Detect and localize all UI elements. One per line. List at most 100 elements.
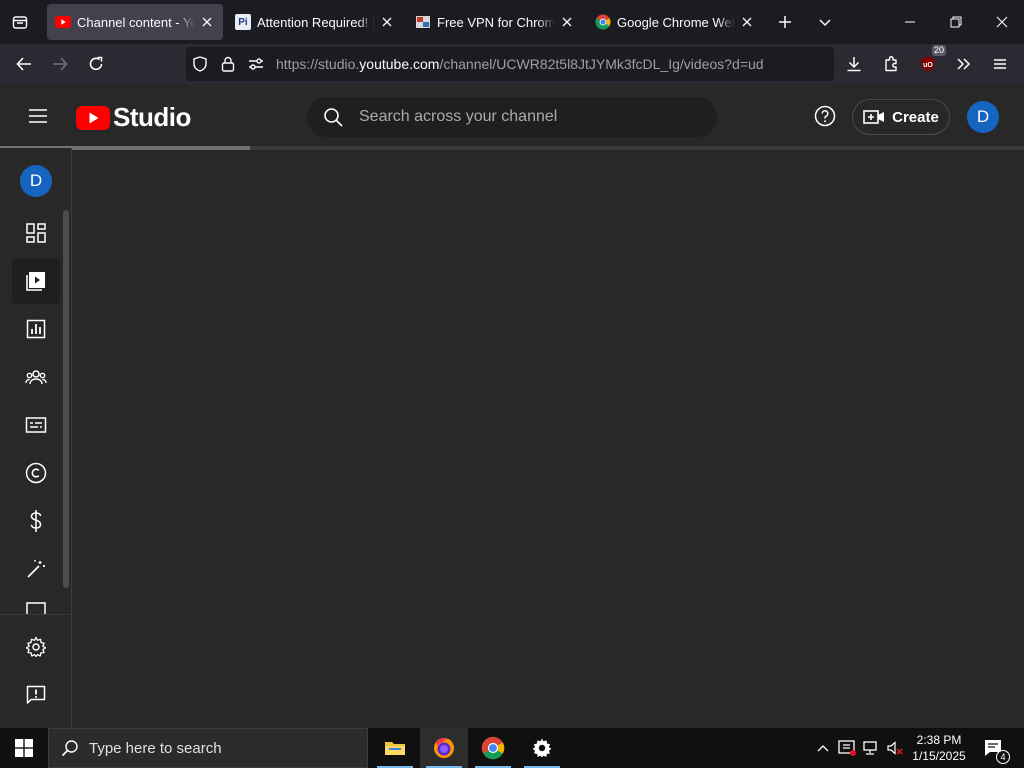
copyright-icon <box>25 462 47 484</box>
notification-count-badge: 4 <box>996 750 1010 764</box>
subtitles-icon <box>25 417 47 433</box>
extensions-button[interactable] <box>876 48 908 80</box>
firefox-view-button[interactable] <box>0 4 40 40</box>
help-icon <box>814 105 836 127</box>
taskbar-settings[interactable] <box>518 728 566 768</box>
volume-muted-icon <box>887 741 903 755</box>
channel-search-box[interactable] <box>307 97 717 137</box>
tray-defender[interactable] <box>836 728 858 768</box>
sidebar-item-copyright[interactable] <box>12 450 60 496</box>
create-button[interactable]: Create <box>852 99 950 135</box>
file-explorer-icon <box>385 742 405 755</box>
taskbar-chrome[interactable] <box>469 728 517 768</box>
sidebar-item-customization[interactable] <box>12 546 60 592</box>
community-icon <box>25 370 47 385</box>
sidebar-item-community[interactable] <box>12 354 60 400</box>
svg-text:uO: uO <box>923 62 933 69</box>
arrow-right-icon <box>53 57 68 71</box>
permissions-icon[interactable] <box>242 47 270 81</box>
taskbar-clock[interactable]: 2:38 PM 1/15/2025 <box>908 732 970 764</box>
taskbar-file-explorer[interactable] <box>371 728 419 768</box>
sidebar-item-send-feedback[interactable] <box>12 672 60 718</box>
studio-logo[interactable]: Studio <box>76 102 191 133</box>
reload-icon <box>89 56 103 71</box>
taskbar-firefox[interactable] <box>420 728 468 768</box>
minimize-button[interactable] <box>890 4 930 40</box>
close-tab-icon[interactable] <box>559 14 575 30</box>
tab-attention-required[interactable]: Pi Attention Required! | Cloudflare <box>227 4 403 40</box>
account-avatar[interactable]: D <box>967 101 999 133</box>
reload-button[interactable] <box>80 48 112 80</box>
earn-icon <box>30 510 42 532</box>
arrow-left-icon <box>16 57 31 71</box>
close-tab-icon[interactable] <box>199 14 215 30</box>
analytics-icon <box>26 319 46 339</box>
sidebar-item-analytics[interactable] <box>12 306 60 352</box>
tray-network[interactable] <box>860 728 882 768</box>
studio-wordmark: Studio <box>113 102 191 132</box>
chevron-up-icon <box>817 745 829 752</box>
taskbar-search-text: Type here to search <box>89 739 222 757</box>
sidebar-item-content[interactable] <box>12 258 60 304</box>
list-all-tabs-button[interactable] <box>807 4 843 40</box>
close-tab-icon[interactable] <box>379 14 395 30</box>
hamburger-icon <box>29 109 47 123</box>
sidebar-item-settings[interactable] <box>12 624 60 670</box>
sidebar-scrollbar[interactable] <box>63 210 69 588</box>
new-tab-button[interactable] <box>767 4 803 40</box>
tab-google-chrome[interactable]: Google Chrome Web Browser <box>587 4 763 40</box>
app-menu-button[interactable] <box>984 48 1016 80</box>
windows-security-icon <box>838 740 856 756</box>
ublock-extension-button[interactable]: uO 20 <box>912 45 946 80</box>
back-button[interactable] <box>8 48 40 80</box>
tray-volume[interactable] <box>884 728 906 768</box>
close-icon <box>996 16 1008 28</box>
studio-header: Studio Create D <box>0 84 1024 150</box>
hamburger-icon <box>994 59 1006 69</box>
sidebar-item-earn[interactable] <box>12 498 60 544</box>
channel-search-input[interactable] <box>359 108 699 126</box>
chevron-down-icon <box>819 19 831 27</box>
clock-date: 1/15/2025 <box>912 749 966 763</box>
content-icon <box>26 272 45 291</box>
chrome-icon <box>595 14 611 30</box>
show-hidden-icons-button[interactable] <box>812 728 834 768</box>
ublock-shield-icon: uO <box>921 56 935 72</box>
search-icon <box>61 740 78 757</box>
double-chevron-icon <box>957 58 971 70</box>
url-bar[interactable]: https://studio.youtube.com/channel/UCWR8… <box>186 47 834 81</box>
create-video-icon <box>863 110 885 124</box>
youtube-logo-icon <box>76 105 110 130</box>
create-label: Create <box>892 108 939 126</box>
dashboard-icon <box>26 223 46 243</box>
forward-button[interactable] <box>44 48 76 80</box>
close-window-button[interactable] <box>982 4 1022 40</box>
magic-wand-icon <box>27 560 45 578</box>
taskbar-search-box[interactable]: Type here to search <box>48 728 368 768</box>
tracking-protection-icon[interactable] <box>186 47 214 81</box>
search-icon <box>324 108 343 127</box>
gear-icon <box>25 636 47 658</box>
sidebar-item-audio-library[interactable] <box>12 596 60 614</box>
downloads-button[interactable] <box>838 48 870 80</box>
browser-tab-strip: Channel content - YouTube Studio Pi Atte… <box>0 0 1024 44</box>
network-icon <box>863 741 877 755</box>
extension-badge: 20 <box>931 45 946 56</box>
start-button[interactable] <box>0 728 48 768</box>
tab-channel-content[interactable]: Channel content - YouTube Studio <box>47 4 223 40</box>
help-button[interactable] <box>810 101 840 131</box>
restore-button[interactable] <box>936 4 976 40</box>
lock-icon[interactable] <box>214 47 242 81</box>
puzzle-icon <box>885 56 897 72</box>
tab-free-vpn[interactable]: Free VPN for Chrome - VPN Proxy <box>407 4 583 40</box>
channel-avatar[interactable]: D <box>20 165 52 197</box>
sidebar-item-subtitles[interactable] <box>12 402 60 448</box>
sidebar-item-dashboard[interactable] <box>12 210 60 256</box>
close-tab-icon[interactable] <box>739 14 755 30</box>
minimize-icon <box>905 21 915 23</box>
guide-menu-button[interactable] <box>18 96 58 136</box>
youtube-icon <box>55 14 71 30</box>
tab-title: Attention Required! | Cloudflare <box>257 14 375 30</box>
download-icon <box>847 57 861 72</box>
more-tools-button[interactable] <box>948 48 980 80</box>
